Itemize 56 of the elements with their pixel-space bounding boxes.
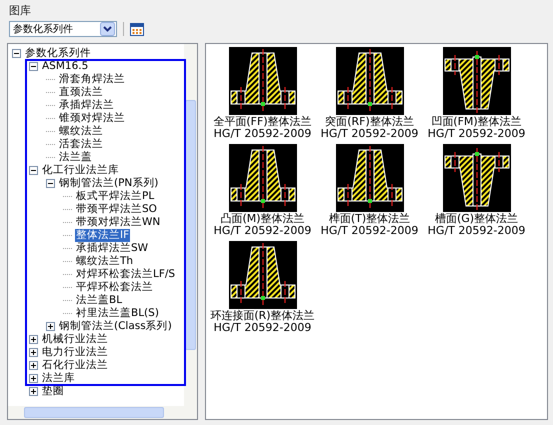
tree-item[interactable]: 钢制管法兰(PN系列) <box>58 177 160 190</box>
tree-item[interactable]: 法兰库 <box>41 372 76 385</box>
dropdown-caret-icon[interactable] <box>100 22 115 36</box>
tree-item[interactable]: 螺纹法兰 <box>58 125 104 138</box>
flange-section-drawing <box>336 47 404 115</box>
grid-view-icon[interactable] <box>130 22 144 36</box>
expand-icon[interactable] <box>29 335 38 344</box>
tree-item[interactable]: 机械行业法兰 <box>41 333 109 346</box>
window-title: 图库 <box>8 3 32 17</box>
expand-icon[interactable] <box>29 387 38 396</box>
tree-item[interactable]: 垫圈 <box>41 385 65 398</box>
tree-item[interactable]: 带颈对焊法兰WN <box>75 216 162 229</box>
tree-item[interactable]: 电力行业法兰 <box>41 346 109 359</box>
tree-item[interactable]: 化工行业法兰库 <box>41 164 120 177</box>
tree-item[interactable]: 带颈平焊法兰SO <box>75 203 158 216</box>
tree-item[interactable]: 直颈法兰 <box>58 86 104 99</box>
expand-icon[interactable] <box>29 361 38 370</box>
flange-section-drawing <box>228 241 296 309</box>
flange-section-drawing <box>228 144 296 212</box>
tree-item[interactable]: 法兰盖BL <box>75 294 124 307</box>
tree-item[interactable]: 对焊环松套法兰LF/S <box>75 268 176 281</box>
tree-item[interactable]: 石化行业法兰 <box>41 359 109 372</box>
tree-item[interactable]: 平焊环松套法兰 <box>75 281 154 294</box>
collapse-icon[interactable] <box>29 166 38 175</box>
thumbnail-caption: 全平面(FF)整体法兰 HG/T 20592-2009 <box>212 116 313 140</box>
tree-item[interactable]: 活套法兰 <box>58 138 104 151</box>
collapse-icon[interactable] <box>12 49 21 58</box>
tree-item[interactable]: 滑套角焊法兰 <box>58 73 126 86</box>
expand-icon[interactable] <box>46 322 55 331</box>
tree-item[interactable]: 钢制管法兰(Class系列) <box>58 320 173 333</box>
collapse-icon[interactable] <box>46 179 55 188</box>
tree-item[interactable]: 参数化系列件 <box>24 47 92 60</box>
collapse-icon[interactable] <box>29 62 38 71</box>
tree-item[interactable]: 承插焊法兰 <box>58 99 115 112</box>
tree-item[interactable]: 整体法兰IF <box>75 229 130 242</box>
expand-icon[interactable] <box>29 348 38 357</box>
series-dropdown[interactable]: 参数化系列件 <box>9 21 117 37</box>
tree-item[interactable]: 衬里法兰盖BL(S) <box>75 307 160 320</box>
tree-item[interactable]: 螺纹法兰Th <box>75 255 134 268</box>
flange-section-drawing <box>228 47 296 115</box>
flange-section-drawing <box>442 47 510 115</box>
flange-section-drawing <box>336 144 404 212</box>
tree-item[interactable]: ASM16.5 <box>41 60 90 73</box>
tree-item[interactable]: 法兰盖 <box>58 151 93 164</box>
thumbnail-caption: 凸面(M)整体法兰 HG/T 20592-2009 <box>212 213 312 237</box>
flange-section-drawing <box>442 144 510 212</box>
thumbnail-caption: 环连接面(R)整体法兰 HG/T 20592-2009 <box>210 310 315 334</box>
thumbnail-caption: 槽面(G)整体法兰 HG/T 20592-2009 <box>426 213 526 237</box>
thumbnail-caption: 突面(RF)整体法兰 HG/T 20592-2009 <box>320 116 420 140</box>
tree-item[interactable]: 承插焊法兰SW <box>75 242 150 255</box>
thumbnail-caption: 凹面(FM)整体法兰 HG/T 20592-2009 <box>426 116 526 140</box>
tree-item[interactable]: 锥颈对焊法兰 <box>58 112 126 125</box>
horizontal-scrollbar[interactable] <box>8 406 197 419</box>
thumbnail-caption: 榫面(T)整体法兰 HG/T 20592-2009 <box>320 213 420 237</box>
tree-item[interactable]: 板式平焊法兰PL <box>75 190 156 203</box>
expand-icon[interactable] <box>29 374 38 383</box>
